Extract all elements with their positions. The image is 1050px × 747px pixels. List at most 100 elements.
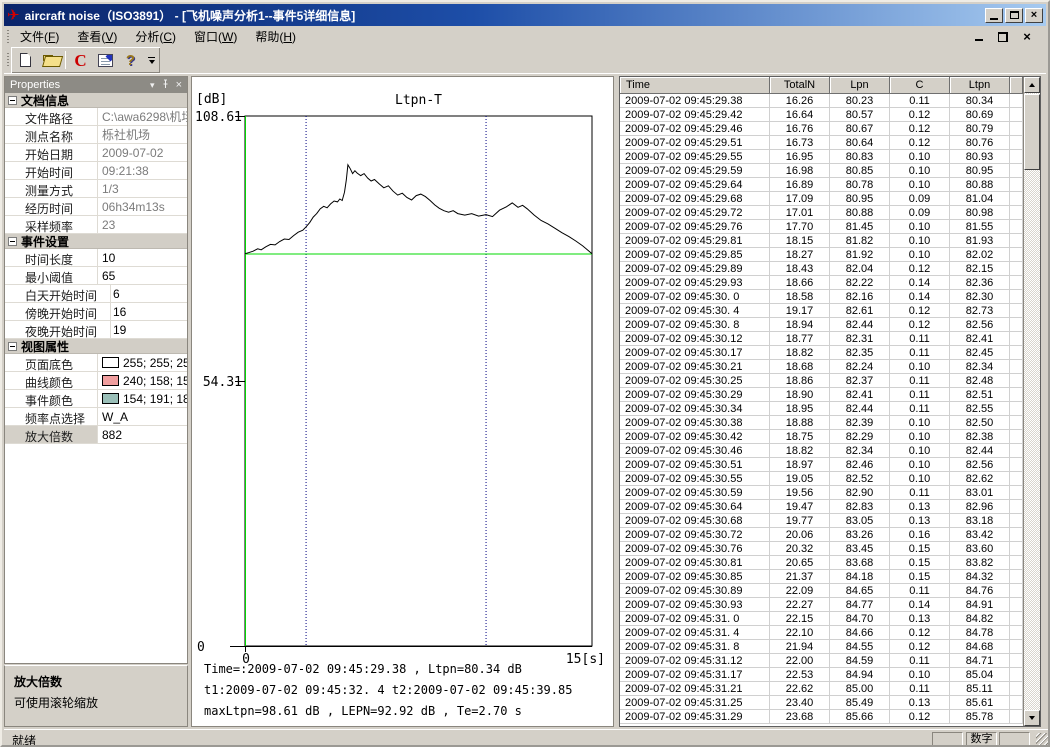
table-row[interactable]: 2009-07-02 09:45:29.6817.0980.950.0981.0… bbox=[620, 192, 1023, 206]
property-row[interactable]: 采样频率23 bbox=[5, 216, 187, 234]
property-value[interactable]: 6 bbox=[111, 285, 187, 302]
property-row[interactable]: 频率点选择W_A bbox=[5, 408, 187, 426]
table-row[interactable]: 2009-07-02 09:45:29.3816.2680.230.1180.3… bbox=[620, 94, 1023, 108]
table-row[interactable]: 2009-07-02 09:45:30.6419.4782.830.1382.9… bbox=[620, 500, 1023, 514]
table-row[interactable]: 2009-07-02 09:45:29.8518.2781.920.1082.0… bbox=[620, 248, 1023, 262]
table-row[interactable]: 2009-07-02 09:45:31.2523.4085.490.1385.6… bbox=[620, 696, 1023, 710]
table-row[interactable]: 2009-07-02 09:45:30. 818.9482.440.1282.5… bbox=[620, 318, 1023, 332]
property-value[interactable]: 16 bbox=[111, 303, 187, 320]
menu-item[interactable]: 窗口(W) bbox=[185, 25, 246, 48]
table-row[interactable]: 2009-07-02 09:45:30.2518.8682.370.1182.4… bbox=[620, 374, 1023, 388]
property-row[interactable]: 白天开始时间6 bbox=[5, 285, 187, 303]
table-row[interactable]: 2009-07-02 09:45:30.4618.8282.340.1082.4… bbox=[620, 444, 1023, 458]
table-row[interactable]: 2009-07-02 09:45:31.1222.0084.590.1184.7… bbox=[620, 654, 1023, 668]
property-value[interactable]: 65 bbox=[98, 267, 187, 284]
table-row[interactable]: 2009-07-02 09:45:30.1718.8282.350.1182.4… bbox=[620, 346, 1023, 360]
table-row[interactable]: 2009-07-02 09:45:29.8118.1581.820.1081.9… bbox=[620, 234, 1023, 248]
property-row[interactable]: 事件颜色154; 191; 18 bbox=[5, 390, 187, 408]
column-header-totaln[interactable]: TotalN bbox=[770, 77, 830, 94]
table-row[interactable]: 2009-07-02 09:45:30.5519.0582.520.1082.6… bbox=[620, 472, 1023, 486]
table-row[interactable]: 2009-07-02 09:45:30.8922.0984.650.1184.7… bbox=[620, 584, 1023, 598]
mdi-close-button[interactable]: × bbox=[1020, 31, 1034, 43]
property-row[interactable]: 开始日期2009-07-02 bbox=[5, 144, 187, 162]
property-value[interactable]: 882 bbox=[98, 426, 187, 443]
maximize-button[interactable] bbox=[1005, 8, 1023, 23]
property-row[interactable]: 时间长度10 bbox=[5, 249, 187, 267]
property-value[interactable]: W_A bbox=[98, 408, 187, 425]
table-row[interactable]: 2009-07-02 09:45:29.5116.7380.640.1280.7… bbox=[620, 136, 1023, 150]
table-row[interactable]: 2009-07-02 09:45:29.4616.7680.670.1280.7… bbox=[620, 122, 1023, 136]
property-row[interactable]: 放大倍数882 bbox=[5, 426, 187, 444]
table-row[interactable]: 2009-07-02 09:45:30. 419.1782.610.1282.7… bbox=[620, 304, 1023, 318]
table-row[interactable]: 2009-07-02 09:45:30.4218.7582.290.1082.3… bbox=[620, 430, 1023, 444]
table-row[interactable]: 2009-07-02 09:45:31. 821.9484.550.1284.6… bbox=[620, 640, 1023, 654]
toolbar-overflow-button[interactable] bbox=[145, 49, 158, 71]
table-row[interactable]: 2009-07-02 09:45:29.7617.7081.450.1081.5… bbox=[620, 220, 1023, 234]
property-row[interactable]: 经历时间06h34m13s bbox=[5, 198, 187, 216]
property-row[interactable]: 测量方式1/3 bbox=[5, 180, 187, 198]
menu-grip-handle[interactable] bbox=[7, 30, 9, 44]
close-button[interactable]: × bbox=[1025, 8, 1043, 23]
property-row[interactable]: 曲线颜色240; 158; 15 bbox=[5, 372, 187, 390]
menu-item[interactable]: 分析(C) bbox=[126, 25, 185, 48]
mdi-restore-button[interactable] bbox=[996, 31, 1010, 43]
table-row[interactable]: 2009-07-02 09:45:29.5516.9580.830.1080.9… bbox=[620, 150, 1023, 164]
column-header-ltpn[interactable]: Ltpn bbox=[950, 77, 1010, 94]
table-row[interactable]: 2009-07-02 09:45:30.1218.7782.310.1182.4… bbox=[620, 332, 1023, 346]
table-row[interactable]: 2009-07-02 09:45:30.8521.3784.180.1584.3… bbox=[620, 570, 1023, 584]
property-value[interactable]: 19 bbox=[111, 321, 187, 338]
property-row[interactable]: 文件路径C:\awa6298\机场 bbox=[5, 108, 187, 126]
panel-close-icon[interactable]: × bbox=[176, 80, 182, 91]
collapse-minus-icon[interactable] bbox=[8, 96, 17, 105]
property-value[interactable]: 154; 191; 18 bbox=[98, 390, 187, 407]
table-row[interactable]: 2009-07-02 09:45:30.5118.9782.460.1082.5… bbox=[620, 458, 1023, 472]
property-row[interactable]: 开始时间09:21:38 bbox=[5, 162, 187, 180]
table-row[interactable]: 2009-07-02 09:45:30.9322.2784.770.1484.9… bbox=[620, 598, 1023, 612]
collapse-minus-icon[interactable] bbox=[8, 342, 17, 351]
resize-grip[interactable] bbox=[1036, 733, 1049, 746]
table-row[interactable]: 2009-07-02 09:45:29.5916.9880.850.1080.9… bbox=[620, 164, 1023, 178]
scroll-down-button[interactable] bbox=[1024, 710, 1040, 726]
table-row[interactable]: 2009-07-02 09:45:30. 018.5882.160.1482.3… bbox=[620, 290, 1023, 304]
table-row[interactable]: 2009-07-02 09:45:30.7620.3283.450.1583.6… bbox=[620, 542, 1023, 556]
property-value[interactable]: 10 bbox=[98, 249, 187, 266]
table-row[interactable]: 2009-07-02 09:45:30.5919.5682.900.1183.0… bbox=[620, 486, 1023, 500]
table-row[interactable]: 2009-07-02 09:45:30.7220.0683.260.1683.4… bbox=[620, 528, 1023, 542]
ltpn-chart-canvas[interactable]: Ltpn-T[dB]108.6154.310015[s] bbox=[192, 77, 613, 726]
open-file-button[interactable] bbox=[38, 49, 63, 71]
menu-item[interactable]: 文件(F) bbox=[11, 25, 68, 48]
table-row[interactable]: 2009-07-02 09:45:29.6416.8980.780.1080.8… bbox=[620, 178, 1023, 192]
table-row[interactable]: 2009-07-02 09:45:31. 422.1084.660.1284.7… bbox=[620, 626, 1023, 640]
properties-button[interactable] bbox=[93, 49, 118, 71]
scrollbar-thumb[interactable] bbox=[1024, 94, 1040, 170]
table-row[interactable]: 2009-07-02 09:45:29.9318.6682.220.1482.3… bbox=[620, 276, 1023, 290]
table-row[interactable]: 2009-07-02 09:45:30.6819.7783.050.1383.1… bbox=[620, 514, 1023, 528]
table-row[interactable]: 2009-07-02 09:45:31.2923.6885.660.1285.7… bbox=[620, 710, 1023, 724]
c-weighting-button[interactable]: C bbox=[68, 49, 93, 71]
help-button[interactable]: ? bbox=[118, 49, 143, 71]
table-row[interactable]: 2009-07-02 09:45:29.8918.4382.040.1282.1… bbox=[620, 262, 1023, 276]
column-header-time[interactable]: Time bbox=[620, 77, 770, 94]
chevron-down-icon[interactable]: ▾ bbox=[150, 81, 155, 90]
toolbar-grip-handle[interactable] bbox=[7, 53, 9, 67]
column-header-c[interactable]: C bbox=[890, 77, 950, 94]
property-row[interactable]: 傍晚开始时间16 bbox=[5, 303, 187, 321]
table-row[interactable]: 2009-07-02 09:45:30.3418.9582.440.1182.5… bbox=[620, 402, 1023, 416]
table-row[interactable]: 2009-07-02 09:45:30.3818.8882.390.1082.5… bbox=[620, 416, 1023, 430]
property-category-row[interactable]: 事件设置 bbox=[5, 234, 187, 249]
property-row[interactable]: 页面底色255; 255; 25 bbox=[5, 354, 187, 372]
table-row[interactable]: 2009-07-02 09:45:30.2918.9082.410.1182.5… bbox=[620, 388, 1023, 402]
property-value[interactable]: 240; 158; 15 bbox=[98, 372, 187, 389]
table-row[interactable]: 2009-07-02 09:45:30.2118.6882.240.1082.3… bbox=[620, 360, 1023, 374]
property-value[interactable]: 255; 255; 25 bbox=[98, 354, 187, 371]
mdi-minimize-button[interactable] bbox=[972, 31, 986, 43]
table-vertical-scrollbar[interactable] bbox=[1023, 77, 1040, 726]
property-row[interactable]: 测点名称栎社机场 bbox=[5, 126, 187, 144]
property-category-row[interactable]: 视图属性 bbox=[5, 339, 187, 354]
table-row[interactable]: 2009-07-02 09:45:31.2122.6285.000.1185.1… bbox=[620, 682, 1023, 696]
minimize-button[interactable] bbox=[985, 8, 1003, 23]
new-document-button[interactable] bbox=[13, 49, 38, 71]
pin-icon[interactable] bbox=[161, 79, 170, 91]
menu-item[interactable]: 帮助(H) bbox=[246, 25, 305, 48]
property-category-row[interactable]: 文档信息 bbox=[5, 93, 187, 108]
